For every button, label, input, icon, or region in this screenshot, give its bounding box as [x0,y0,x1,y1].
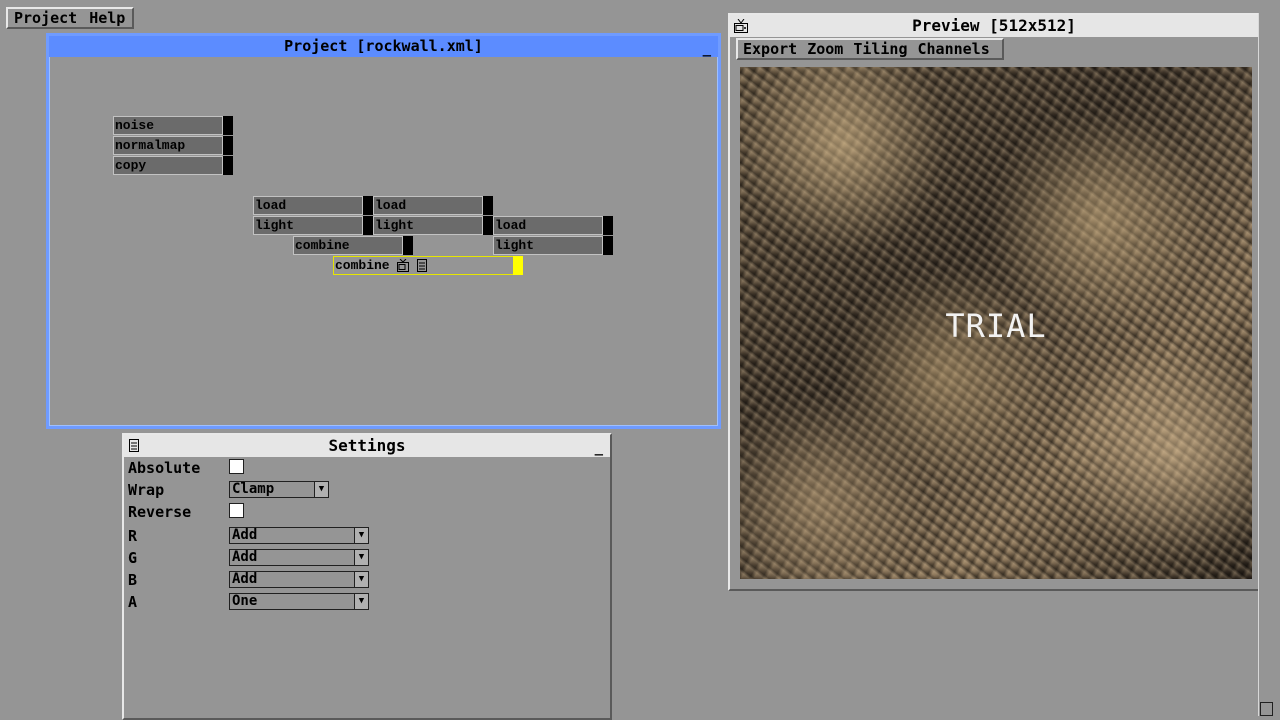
a-select[interactable]: One ▼ [229,593,369,610]
node-light-3[interactable]: light [493,236,613,255]
node-output-terminal[interactable] [483,216,493,235]
chevron-down-icon[interactable]: ▼ [354,594,368,609]
preview-tv-icon[interactable] [397,259,410,273]
settings-document-icon[interactable] [417,259,428,273]
project-title-bar[interactable]: Project [rockwall.xml] _ [49,36,718,57]
node-normalmap[interactable]: normalmap [113,136,233,155]
settings-title-bar[interactable]: Settings _ [124,435,610,457]
node-output-terminal[interactable] [603,216,613,235]
node-label: combine [335,258,390,273]
node-output-terminal[interactable] [403,236,413,255]
a-select-value: One [232,593,258,609]
r-select[interactable]: Add ▼ [229,527,369,544]
menu-project[interactable]: Project [8,9,83,27]
node-output-terminal[interactable] [513,256,523,275]
menu-help[interactable]: Help [83,9,131,27]
menu-channels[interactable]: Channels [913,40,995,58]
node-combine-2-selected[interactable]: combine [333,256,523,275]
label-absolute: Absolute [128,459,201,477]
label-reverse: Reverse [128,503,192,521]
node-load-2[interactable]: load [373,196,493,215]
node-light-1[interactable]: light [253,216,373,235]
node-label: combine [295,238,350,253]
vertical-scrollbar[interactable] [1258,13,1273,716]
node-combine-1[interactable]: combine [293,236,413,255]
b-select[interactable]: Add ▼ [229,571,369,588]
tv-icon [734,19,748,33]
node-load-3[interactable]: load [493,216,613,235]
node-label: load [375,198,407,213]
node-output-terminal[interactable] [363,196,373,215]
node-output-terminal[interactable] [603,236,613,255]
node-load-1[interactable]: load [253,196,373,215]
node-label: copy [115,158,147,173]
preview-title: Preview [512x512] [912,16,1076,35]
settings-title: Settings [328,436,406,455]
trial-watermark: TRIAL [945,307,1047,345]
r-select-value: Add [232,527,258,543]
label-b: B [128,571,138,589]
label-g: G [128,549,138,567]
g-select[interactable]: Add ▼ [229,549,369,566]
node-output-terminal[interactable] [223,156,233,175]
settings-minimize-button[interactable]: _ [595,441,603,455]
preview-texture-canvas[interactable]: TRIAL [740,67,1252,579]
node-label: light [375,218,415,233]
chevron-down-icon[interactable]: ▼ [354,572,368,587]
project-minimize-button[interactable]: _ [703,42,711,56]
chevron-down-icon[interactable]: ▼ [354,550,368,565]
wrap-select[interactable]: Clamp ▼ [229,481,329,498]
label-wrap: Wrap [128,481,165,499]
node-label: load [255,198,287,213]
chevron-down-icon[interactable]: ▼ [314,482,328,497]
reverse-checkbox[interactable] [229,503,244,518]
node-output-terminal[interactable] [223,136,233,155]
preview-window: Preview [512x512] Export Zoom Tiling Cha… [728,13,1260,591]
absolute-checkbox[interactable] [229,459,244,474]
g-select-value: Add [232,549,258,565]
node-light-2[interactable]: light [373,216,493,235]
menu-zoom[interactable]: Zoom [802,40,848,58]
main-menubar: Project Help [6,7,134,29]
document-icon [129,439,139,452]
node-noise[interactable]: noise [113,116,233,135]
chevron-down-icon[interactable]: ▼ [354,528,368,543]
project-title: Project [rockwall.xml] [284,37,483,55]
node-label: load [495,218,527,233]
node-output-terminal[interactable] [363,216,373,235]
node-output-terminal[interactable] [223,116,233,135]
scrollbar-thumb[interactable] [1260,702,1273,716]
menu-tiling[interactable]: Tiling [848,40,912,58]
preview-title-bar[interactable]: Preview [512x512] [730,15,1258,37]
b-select-value: Add [232,571,258,587]
node-output-terminal[interactable] [483,196,493,215]
node-label: normalmap [115,138,186,153]
label-r: R [128,527,138,545]
settings-window: Settings _ Absolute Wrap Clamp ▼ Reverse… [122,433,612,720]
project-window: Project [rockwall.xml] _ noise normalmap… [46,33,721,429]
wrap-select-value: Clamp [232,481,275,497]
node-label: light [255,218,295,233]
node-label: light [495,238,535,253]
menu-export[interactable]: Export [738,40,802,58]
preview-menubar: Export Zoom Tiling Channels [736,38,1004,60]
node-copy[interactable]: copy [113,156,233,175]
label-a: A [128,593,138,611]
node-label: noise [115,118,155,133]
